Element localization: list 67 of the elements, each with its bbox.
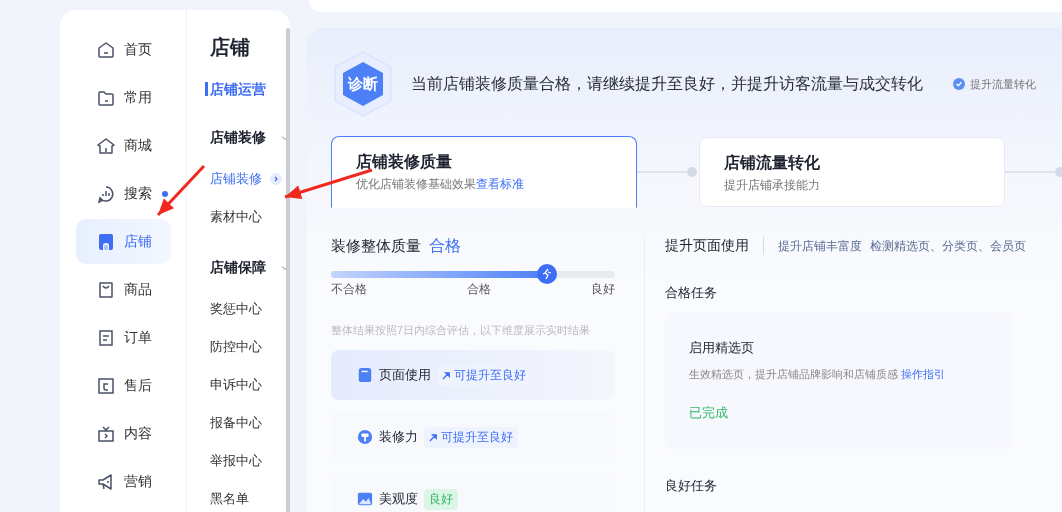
home-icon (95, 39, 116, 60)
step-subtitle: 优化店铺装修基础效果查看标准 (356, 177, 525, 192)
menu-item[interactable]: 防控中心 (210, 328, 262, 366)
menu-item[interactable]: 黑名单 (210, 480, 249, 512)
nav-item[interactable]: 营销 (75, 459, 171, 504)
arrow-icon (442, 370, 451, 380)
dimension-label: 页面使用 (379, 366, 431, 384)
arrow-icon (429, 432, 438, 442)
task-description: 生效精选页，提升店铺品牌影响和店铺质感 操作指引 (689, 367, 947, 382)
tag-label: 可提升至良好 (454, 366, 526, 384)
menu-item[interactable]: 店铺装修 (210, 160, 282, 198)
menu-group[interactable]: 店铺保障 (210, 258, 290, 278)
nav-item[interactable]: 订单 (75, 315, 171, 360)
task-status: 已完成 (689, 404, 729, 422)
return-box-icon (95, 375, 116, 396)
tag-label: 可提升至良好 (441, 428, 513, 446)
menu-item[interactable]: 申诉中心 (210, 366, 262, 404)
nav-item[interactable]: 店铺 (75, 219, 171, 264)
step-title: 店铺流量转化 (724, 153, 821, 173)
status-tag: 良好 (424, 488, 458, 510)
paint-roller-icon (357, 429, 373, 445)
nav-item[interactable]: 常用 (75, 75, 171, 120)
nav-item[interactable]: 售后 (75, 363, 171, 408)
nav-item[interactable]: 内容 (75, 411, 171, 456)
dimension-row[interactable]: 页面使用 可提升至良好 (331, 350, 615, 400)
connector-dot-icon (1005, 167, 1062, 177)
nav-item[interactable]: 商城 (75, 123, 171, 168)
menu-group[interactable]: 店铺装修 (210, 128, 290, 148)
chevron-icon (270, 173, 282, 185)
scale-label: 合格 (467, 282, 491, 297)
page-icon (357, 367, 373, 383)
quality-note: 整体结果按照7日内综合评估，以下维度展示实时结果 (331, 323, 592, 338)
section-title: 店铺 (210, 35, 251, 60)
diagnosis-badge: 诊断 (331, 50, 395, 118)
menu-item[interactable]: 举报中心 (210, 442, 262, 480)
view-standard-link[interactable]: 查看标准 (476, 178, 524, 190)
task-title: 启用精选页 (689, 339, 755, 357)
tasks-title: 提升页面使用 (665, 237, 749, 255)
dimension-label: 装修力 (379, 428, 418, 446)
nav-item[interactable]: 首页 (75, 27, 171, 72)
tv-icon (95, 423, 116, 444)
scale-label: 不合格 (331, 282, 367, 297)
quality-title: 装修整体质量 (331, 237, 421, 256)
step-subtitle: 提升店铺承接能力 (724, 178, 821, 193)
step-card[interactable]: 店铺流量转化 提升店铺承接能力 (699, 137, 1005, 207)
goal-label: 提升流量转化 (970, 76, 1036, 92)
hint-link[interactable]: 提升店铺丰富度 (778, 238, 862, 254)
menu-item[interactable]: 奖惩中心 (210, 290, 262, 328)
step-card[interactable]: 店铺装修质量 优化店铺装修基础效果查看标准 (331, 136, 637, 208)
task-section-heading: 合格任务 (665, 284, 718, 302)
connector-dot-icon (637, 167, 699, 177)
step-title: 店铺装修质量 (356, 152, 453, 172)
nav-item[interactable]: 商品 (75, 267, 171, 312)
image-icon (357, 491, 373, 507)
guide-link[interactable]: 操作指引 (901, 368, 946, 380)
diagnosis-message: 当前店铺装修质量合格，请继续提升至良好，并提升访客流量与成交转化 (411, 73, 923, 94)
task-section-heading: 良好任务 (665, 477, 718, 495)
house-icon (95, 135, 116, 156)
scrollbar[interactable] (286, 28, 290, 512)
menu-item[interactable]: 报备中心 (210, 404, 262, 442)
hint-link[interactable]: 检测精选页、分类页、会员页 (870, 238, 1026, 254)
quality-grade: 合格 (429, 236, 461, 256)
scale-label: 良好 (591, 282, 615, 297)
dimension-label: 美观度 (379, 490, 418, 508)
menu-item[interactable]: 素材中心 (210, 198, 262, 236)
chat-chart-icon (95, 183, 116, 204)
annotation-arrow (156, 164, 206, 217)
